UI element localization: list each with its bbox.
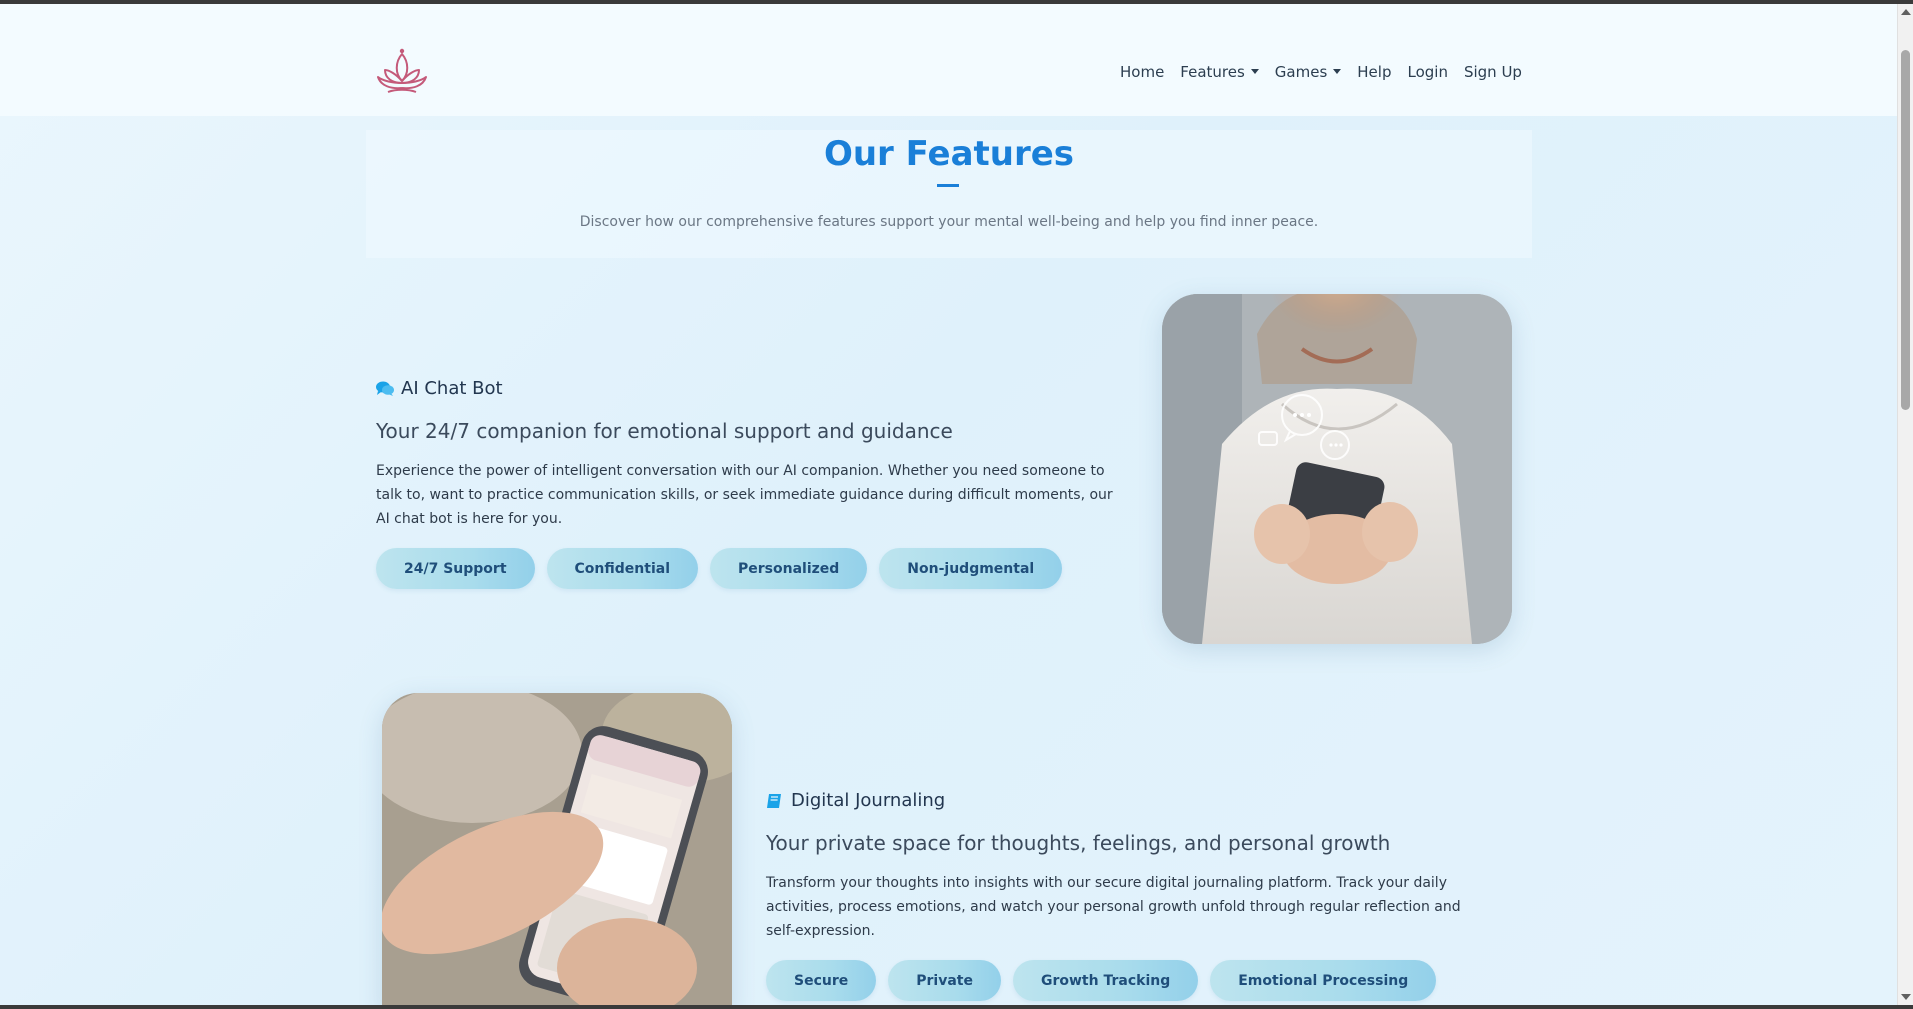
chat-bubbles-icon [376, 381, 394, 397]
navbar: Home Features Games Help Login Sign Up [0, 4, 1897, 116]
tag-pill: Private [888, 960, 1001, 1001]
phone-daily-journal-photo [382, 693, 732, 1005]
scroll-thumb[interactable] [1901, 50, 1910, 410]
caret-down-icon [1250, 68, 1259, 74]
scroll-up-arrow-icon[interactable] [1898, 4, 1913, 20]
tag-pill: Confidential [546, 548, 698, 589]
tag-pill: 24/7 Support [376, 548, 535, 589]
tag-pill: Emotional Processing [1210, 960, 1437, 1001]
vertical-scrollbar[interactable] [1897, 4, 1913, 1005]
feature-title: AI Chat Bot [376, 378, 1116, 399]
tag-pill: Personalized [710, 548, 868, 589]
feature-description: Transform your thoughts into insights wi… [766, 875, 1461, 939]
tag-pill: Non-judgmental [879, 548, 1063, 589]
title-underline [937, 184, 959, 187]
journal-book-icon [766, 793, 784, 809]
tag-pill: Growth Tracking [1012, 960, 1199, 1001]
nav-games-dropdown[interactable]: Games [1267, 63, 1349, 81]
feature-tags: 24/7 Support Confidential Personalized N… [376, 548, 1116, 589]
nav-home[interactable]: Home [1112, 63, 1172, 81]
features-header: Our Features Discover how our comprehens… [366, 130, 1532, 258]
tag-pill: Secure [766, 960, 877, 1001]
lotus-icon[interactable] [376, 48, 428, 94]
feature-description: Experience the power of intelligent conv… [376, 463, 1113, 527]
nav-login[interactable]: Login [1399, 63, 1455, 81]
feature-tagline: Your private space for thoughts, feeling… [766, 831, 1391, 855]
page-subtitle: Discover how our comprehensive features … [579, 214, 1319, 230]
page-viewport: Home Features Games Help Login Sign Up O… [0, 4, 1897, 1005]
nav-help[interactable]: Help [1349, 63, 1399, 81]
feature-tags: Secure Private Growth Tracking Emotional… [766, 960, 1482, 1001]
woman-using-phone-chat-photo [1162, 294, 1512, 644]
page-title: Our Features [823, 134, 1075, 174]
scroll-down-arrow-icon[interactable] [1898, 989, 1913, 1005]
feature-ai-chat-bot: AI Chat Bot Your 24/7 companion for emot… [376, 378, 1116, 589]
nav-features-dropdown[interactable]: Features [1172, 63, 1267, 81]
feature-digital-journaling: Digital Journaling Your private space fo… [766, 790, 1482, 1001]
nav-menu: Home Features Games Help Login Sign Up [1112, 60, 1530, 84]
caret-down-icon [1333, 68, 1342, 74]
nav-signup[interactable]: Sign Up [1456, 63, 1530, 81]
feature-tagline: Your 24/7 companion for emotional suppor… [376, 419, 953, 443]
feature-title: Digital Journaling [766, 790, 1482, 811]
